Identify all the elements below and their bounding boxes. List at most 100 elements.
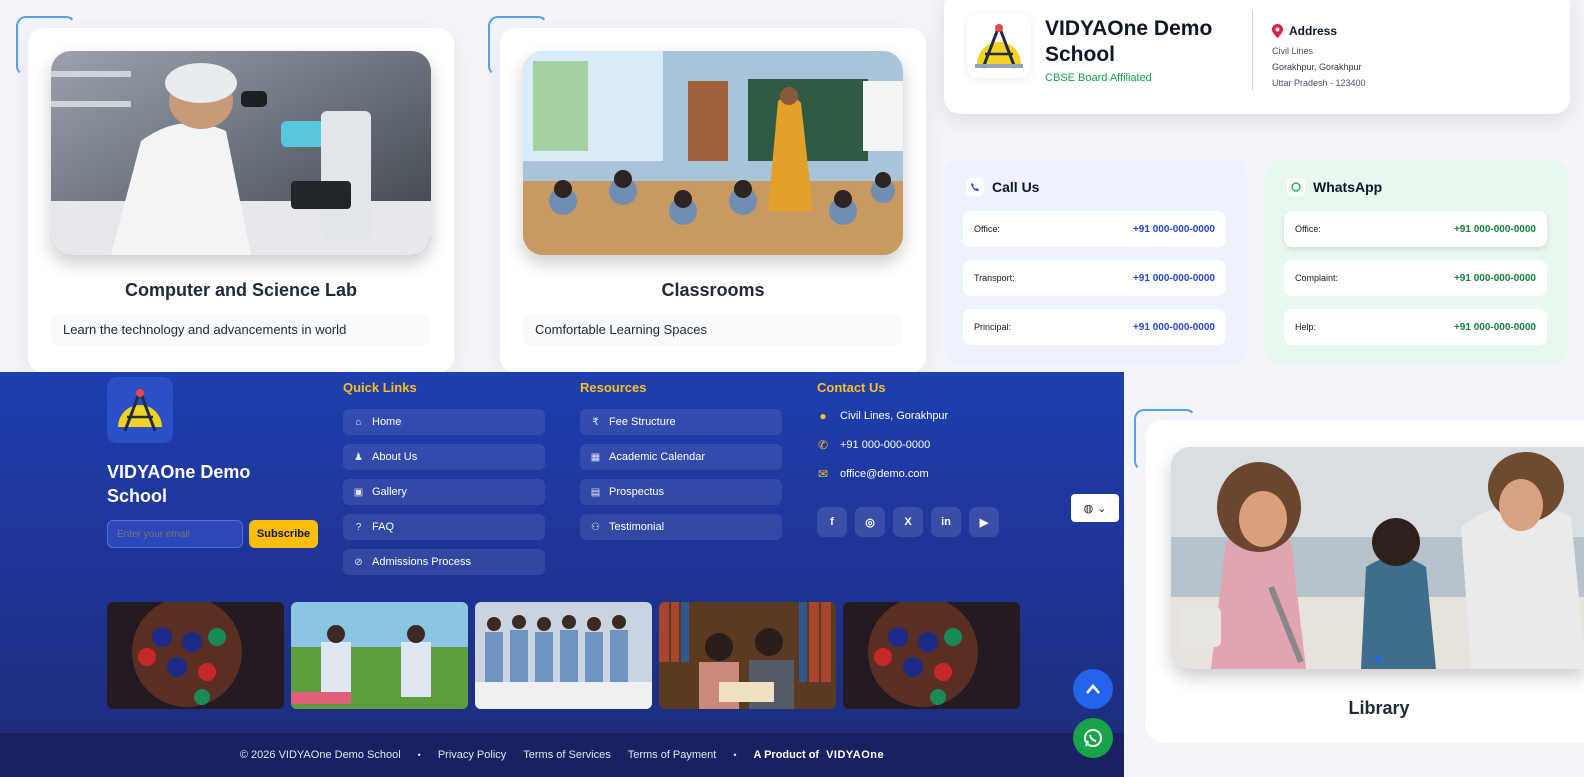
facility-title: Classrooms — [661, 280, 765, 300]
footer-logo[interactable] — [107, 377, 173, 443]
privacy-policy-link[interactable]: Privacy Policy — [438, 749, 506, 761]
link-label: Testimonial — [609, 521, 665, 533]
whatsapp-heading-label: WhatsApp — [1313, 179, 1383, 195]
location-pin-icon: ● — [819, 409, 827, 423]
whatsapp-heading: WhatsApp — [1287, 178, 1382, 196]
whatsapp-icon — [1287, 178, 1305, 196]
email-text[interactable]: office@demo.com — [840, 468, 929, 480]
footer-school-name: VIDYAOne Demo School — [107, 462, 251, 506]
vidyaone-brand-logo[interactable]: VIDYAOne — [826, 749, 884, 761]
whatsapp-card: WhatsApp Office: +91 000-000-0000 Compla… — [1265, 160, 1568, 366]
lab-photo — [51, 51, 431, 255]
contact-label: Transport: — [974, 273, 1015, 283]
school-info-panel: VIDYAOne Demo School CBSE Board Affiliat… — [944, 0, 1570, 114]
footer-link-about[interactable]: ♟ About Us — [343, 444, 545, 470]
resources-heading: Resources — [580, 380, 647, 395]
call-row-office[interactable]: Office: +91 000-000-0000 — [963, 211, 1226, 247]
facility-card-lab: Computer and Science Lab Learn the techn… — [16, 16, 454, 373]
link-label: Academic Calendar — [609, 451, 705, 463]
footer-link-academic-calendar[interactable]: ▦ Academic Calendar — [580, 444, 782, 470]
gallery-thumb[interactable] — [475, 602, 652, 709]
call-us-heading: Call Us — [966, 178, 1039, 196]
contact-number[interactable]: +91 000-000-0000 — [1454, 322, 1536, 333]
scroll-to-top-button[interactable] — [1073, 669, 1113, 709]
footer-bottom-bar: © 2026 VIDYAOne Demo School • Privacy Po… — [0, 733, 1124, 777]
footer-location: ● Civil Lines, Gorakhpur — [817, 409, 948, 423]
separator-dot: • — [733, 750, 737, 760]
x-icon[interactable]: X — [893, 507, 923, 537]
divider — [1252, 10, 1253, 90]
call-row-principal[interactable]: Principal: +91 000-000-0000 — [963, 309, 1226, 345]
school-name: VIDYAOne Demo School — [1045, 17, 1213, 66]
address-heading: Address — [1272, 24, 1337, 38]
footer-link-home[interactable]: ⌂ Home — [343, 409, 545, 435]
globe-icon: ◍ — [1083, 502, 1094, 515]
footer-email[interactable]: ✉ office@demo.com — [817, 467, 929, 481]
calendar-icon: ▦ — [590, 451, 601, 463]
contact-number[interactable]: +91 000-000-0000 — [1133, 273, 1215, 284]
facility-card-library: Library — [1134, 409, 1584, 742]
chevron-up-icon — [1086, 684, 1100, 694]
footer-link-fee-structure[interactable]: ₹ Fee Structure — [580, 409, 782, 435]
phone-icon — [966, 178, 984, 196]
rupee-icon: ₹ — [592, 416, 599, 428]
link-label: FAQ — [372, 521, 395, 533]
link-label: About Us — [372, 451, 418, 463]
document-icon: ▤ — [590, 486, 601, 498]
quick-links-heading: Quick Links — [343, 380, 417, 395]
facility-title: Library — [1348, 698, 1410, 718]
gallery-thumb[interactable] — [843, 602, 1020, 709]
gallery-thumb[interactable] — [659, 602, 836, 709]
footer-link-testimonial[interactable]: ⚇ Testimonial — [580, 514, 782, 540]
whatsapp-row-help[interactable]: Help: +91 000-000-0000 — [1284, 309, 1547, 345]
terms-of-services-link[interactable]: Terms of Services — [523, 749, 610, 761]
phone-icon: ✆ — [817, 438, 829, 452]
facility-description: Comfortable Learning Spaces — [523, 314, 903, 346]
gallery-thumb[interactable] — [107, 602, 284, 709]
contact-us-heading: Contact Us — [817, 380, 886, 395]
phone-text[interactable]: +91 000-000-0000 — [840, 439, 930, 451]
product-of-text: A Product of — [753, 749, 820, 761]
home-icon: ⌂ — [355, 416, 362, 428]
location-pin-icon — [1272, 24, 1283, 38]
newsletter-email-input[interactable] — [107, 520, 243, 548]
gallery-thumb[interactable] — [291, 602, 468, 709]
address-heading-label: Address — [1289, 24, 1338, 38]
footer-link-admissions[interactable]: ⊘ Admissions Process — [343, 549, 545, 575]
whatsapp-chat-button[interactable] — [1073, 718, 1113, 758]
contact-number[interactable]: +91 000-000-0000 — [1454, 273, 1536, 284]
subscribe-button[interactable]: Subscribe — [249, 520, 318, 548]
facility-description: Learn the technology and advancements in… — [51, 314, 431, 346]
contact-number[interactable]: +91 000-000-0000 — [1133, 224, 1215, 235]
whatsapp-icon — [1084, 729, 1102, 747]
contact-label: Office: — [974, 224, 1000, 234]
image-icon: ▣ — [353, 486, 364, 498]
footer-link-gallery[interactable]: ▣ Gallery — [343, 479, 545, 505]
youtube-icon[interactable]: ▶ — [969, 507, 999, 537]
board-affiliation: CBSE Board Affiliated — [1045, 72, 1152, 84]
call-us-card: Call Us Office: +91 000-000-0000 Transpo… — [944, 160, 1247, 366]
facility-title: Computer and Science Lab — [124, 280, 358, 300]
footer-link-faq[interactable]: ? FAQ — [343, 514, 545, 540]
language-selector[interactable]: ◍ ⌄ — [1071, 494, 1119, 522]
contact-number[interactable]: +91 000-000-0000 — [1133, 322, 1215, 333]
classroom-photo — [523, 51, 903, 255]
address-line: Gorakhpur, Gorakhpur — [1272, 62, 1362, 72]
contact-number[interactable]: +91 000-000-0000 — [1454, 224, 1536, 235]
whatsapp-row-office[interactable]: Office: +91 000-000-0000 — [1284, 211, 1547, 247]
link-label: Home — [372, 416, 402, 428]
contact-label: Help: — [1295, 322, 1317, 332]
whatsapp-row-complaint[interactable]: Complaint: +91 000-000-0000 — [1284, 260, 1547, 296]
link-label: Fee Structure — [609, 416, 676, 428]
facebook-icon[interactable]: f — [817, 507, 847, 537]
call-row-transport[interactable]: Transport: +91 000-000-0000 — [963, 260, 1226, 296]
terms-of-payment-link[interactable]: Terms of Payment — [628, 749, 717, 761]
footer-phone[interactable]: ✆ +91 000-000-0000 — [817, 438, 930, 452]
linkedin-icon[interactable]: in — [931, 507, 961, 537]
copyright-text: © 2026 VIDYAOne Demo School — [239, 749, 401, 761]
instagram-icon[interactable]: ◎ — [855, 507, 885, 537]
footer-link-prospectus[interactable]: ▤ Prospectus — [580, 479, 782, 505]
link-label: Gallery — [372, 486, 407, 498]
contact-label: Office: — [1295, 224, 1321, 234]
link-label: Admissions Process — [372, 556, 472, 568]
